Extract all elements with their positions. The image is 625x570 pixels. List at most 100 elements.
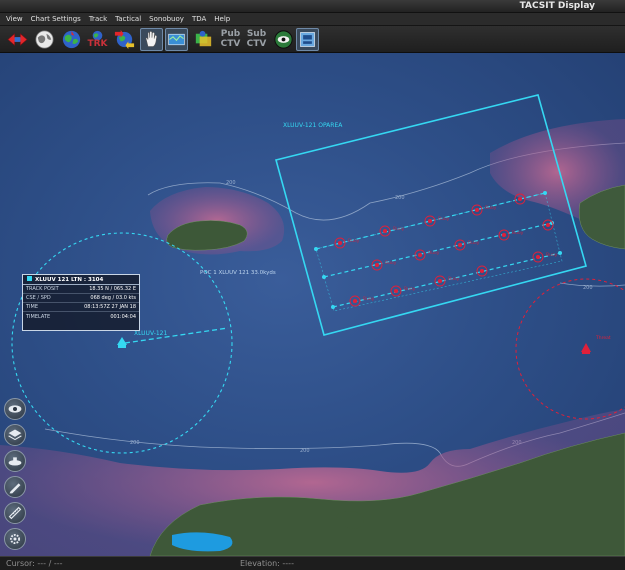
- poc-label: POC 1 XLUUV 121 33.0kyds: [200, 270, 276, 276]
- menu-help[interactable]: Help: [214, 15, 230, 23]
- gear-icon: [10, 534, 20, 544]
- pub-label: Pub: [220, 29, 241, 39]
- sonobuoy[interactable]: [414, 249, 426, 261]
- menu-sonobuoy[interactable]: Sonobuoy: [149, 15, 184, 23]
- overlay-icon: [195, 30, 212, 47]
- info-panel-header: XLUUV 121 LTN : 3104: [23, 275, 139, 285]
- info-panel-title: XLUUV 121 LTN : 3104: [35, 277, 104, 283]
- chart-icon: [168, 33, 185, 46]
- menu-track[interactable]: Track: [89, 15, 107, 23]
- sonobuoys[interactable]: [334, 193, 554, 307]
- arrows-tool[interactable]: [6, 28, 29, 51]
- sonobuoy[interactable]: [349, 295, 361, 307]
- sub-ctv-tool[interactable]: Sub CTV: [245, 28, 268, 51]
- eye-icon: [274, 30, 293, 49]
- hand-tool[interactable]: [140, 28, 163, 51]
- world-map-icon: [62, 30, 81, 49]
- sonobuoy[interactable]: [390, 285, 402, 297]
- window-title: TACSIT Display: [519, 1, 595, 11]
- pen-icon: [9, 483, 21, 494]
- track-info-panel[interactable]: XLUUV 121 LTN : 3104 TRACK POSIT 18.35 N…: [22, 274, 140, 331]
- title-bar: TACSIT Display: [0, 0, 625, 13]
- settings-button[interactable]: [4, 528, 26, 550]
- sonobuoy[interactable]: [334, 237, 346, 249]
- world-map-tool[interactable]: [60, 28, 83, 51]
- buoy-rows: [315, 192, 561, 308]
- sonobuoy[interactable]: [379, 225, 391, 237]
- info-value: 18.35 N / 065.32 E: [89, 286, 136, 292]
- row-endpoint: [314, 247, 318, 251]
- sonobuoy[interactable]: [532, 251, 544, 263]
- info-value: 001:04:04: [110, 313, 136, 320]
- sub-label: Sub: [246, 29, 267, 39]
- info-row-cse-spd: CSE / SPD 068 deg / 03.0 kts: [23, 294, 139, 303]
- contour-label: 200: [395, 195, 405, 201]
- eye-icon: [8, 405, 22, 413]
- red-arrows-icon: [7, 33, 28, 46]
- world-arrows-icon: [114, 29, 135, 50]
- layers-button[interactable]: [4, 424, 26, 446]
- sonobuoy-label: Buoy: [438, 216, 450, 222]
- info-key: TIMELATE: [26, 313, 51, 320]
- globe-tool[interactable]: [33, 28, 56, 51]
- status-bar: Cursor: --- / --- Elevation: ----: [0, 556, 625, 570]
- sonobuoy-label: Buoy: [363, 296, 375, 302]
- menu-view[interactable]: View: [6, 15, 23, 23]
- overlay-tool[interactable]: [192, 28, 215, 51]
- pub-ctv-tool[interactable]: Pub CTV: [219, 28, 242, 51]
- info-row-time: TIME 08:13:57Z 27 JAN 18: [23, 303, 139, 312]
- tactical-map[interactable]: 200 200 200 200 200 200 XLUUV-121 OPAREA: [0, 53, 625, 556]
- pen-button[interactable]: [4, 476, 26, 498]
- eye-button[interactable]: [4, 398, 26, 420]
- side-tool-palette: [4, 398, 30, 554]
- display-tool[interactable]: [296, 28, 319, 51]
- sonobuoy[interactable]: [454, 239, 466, 251]
- contour-label: 200: [130, 440, 140, 446]
- cursor-value: --- / ---: [37, 559, 63, 568]
- buoy-row-endpoints: [314, 191, 562, 309]
- contour-label: 200: [226, 180, 236, 186]
- elevation-readout: Elevation: ----: [240, 559, 294, 568]
- cursor-readout: Cursor: --- / ---: [6, 559, 63, 568]
- contour-label: 200: [583, 285, 593, 291]
- elevation-value: ----: [282, 559, 294, 568]
- sonobuoy-label: Buoy: [485, 205, 497, 211]
- sonobuoy-label: Buoy: [448, 276, 460, 282]
- track-label: XLUUV-121: [134, 330, 167, 337]
- ruler-button[interactable]: [4, 502, 26, 524]
- info-row-track-posit: TRACK POSIT 18.35 N / 065.32 E: [23, 285, 139, 294]
- toolbar: TRK Pub CTV Sub CTV: [0, 26, 625, 53]
- info-key: CSE / SPD: [26, 295, 51, 301]
- camera-tool[interactable]: [272, 28, 295, 51]
- menu-chart-settings[interactable]: Chart Settings: [31, 15, 81, 23]
- world-arrows-tool[interactable]: [113, 28, 136, 51]
- ruler-icon: [8, 506, 22, 520]
- chart-tool[interactable]: [165, 28, 188, 51]
- trk-tool[interactable]: TRK: [86, 28, 109, 51]
- menu-tda[interactable]: TDA: [192, 15, 206, 23]
- threat-range-circle: [515, 278, 625, 420]
- sonobuoy[interactable]: [424, 215, 436, 227]
- trk-label: TRK: [87, 39, 108, 49]
- submarine-icon: [8, 457, 22, 466]
- submarine-button[interactable]: [4, 450, 26, 472]
- oparea-label: XLUUV-121 OPAREA: [283, 122, 343, 129]
- info-value: 068 deg / 03.0 kts: [90, 295, 136, 301]
- cursor-label: Cursor:: [6, 559, 35, 568]
- sonobuoy[interactable]: [498, 229, 510, 241]
- ctv-label-2: CTV: [246, 39, 267, 49]
- info-value: 08:13:57Z 27 JAN 18: [84, 304, 136, 310]
- row-endpoint: [543, 191, 547, 195]
- threat-label: Threat: [595, 335, 611, 341]
- sonobuoy-label: Buoy: [468, 240, 480, 246]
- threat-symbol[interactable]: [581, 343, 591, 354]
- info-key: TRACK POSIT: [26, 286, 59, 292]
- menu-tactical[interactable]: Tactical: [115, 15, 141, 23]
- hand-icon: [145, 31, 158, 47]
- sonobuoy-label: Buoy: [348, 238, 360, 244]
- row-endpoint: [322, 275, 326, 279]
- sonobuoy-label: Buoy: [404, 286, 416, 292]
- track-type-icon: [27, 276, 32, 281]
- row-endpoint: [331, 305, 335, 309]
- oparea-boundary: [275, 94, 587, 336]
